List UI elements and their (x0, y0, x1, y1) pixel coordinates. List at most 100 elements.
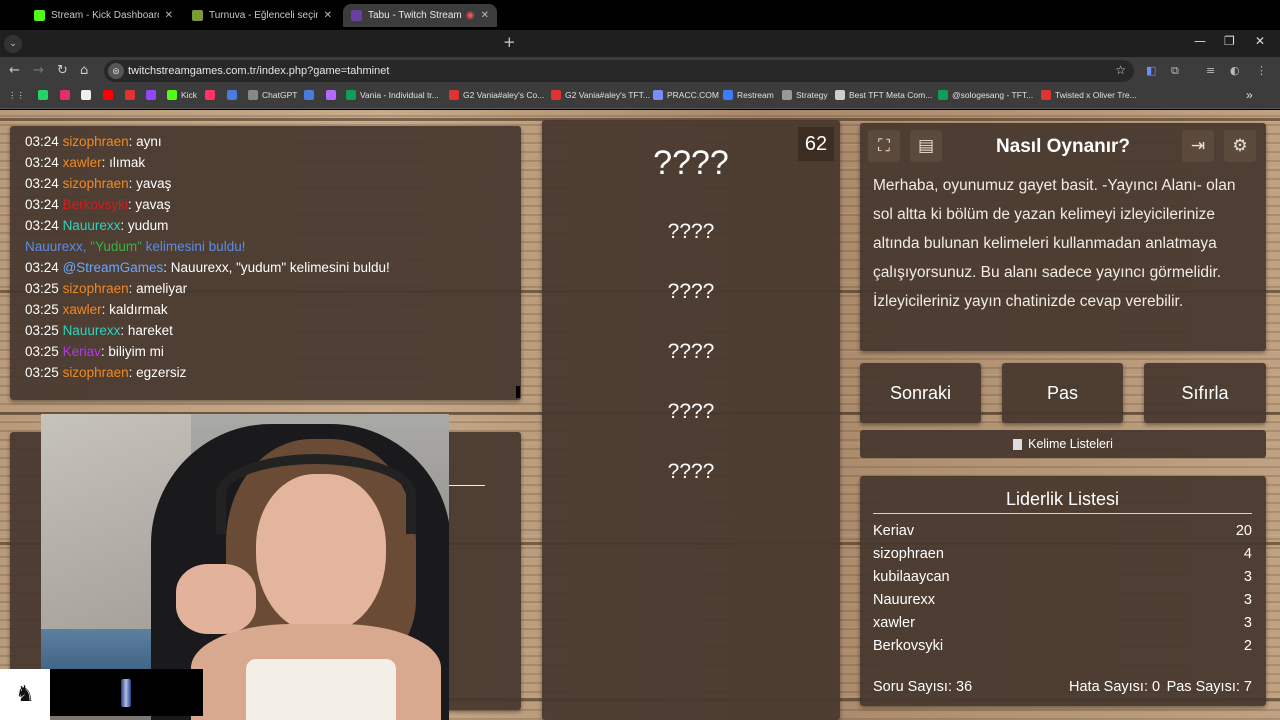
leaderboard-row: xawler 3 (873, 615, 1252, 631)
next-button[interactable]: Sonraki (860, 363, 981, 423)
bookmark-label: Kick (181, 90, 198, 100)
forbidden-word: ???? (667, 220, 715, 243)
bookmark-twisted[interactable]: Twisted x Oliver Tre... (1041, 90, 1137, 100)
more-bookmarks-icon[interactable]: » (1246, 88, 1253, 102)
kick-favicon-icon (34, 10, 45, 21)
site-info-icon[interactable]: ⊜ (108, 63, 124, 79)
chat-username: sizophraen (62, 134, 129, 149)
chat-username: Nauurexx (62, 323, 121, 338)
chat-message: 03:24 Nauurexx: yudum (25, 218, 169, 233)
new-tab-button[interactable]: + (503, 33, 516, 51)
browser-menu-icon[interactable]: ⋮ (1256, 64, 1267, 77)
url-text: twitchstreamgames.com.tr/index.php?game=… (128, 65, 390, 77)
profile-avatar-icon[interactable]: ◐ (1230, 64, 1240, 77)
restream-icon (723, 90, 733, 100)
forbidden-word: ???? (667, 340, 715, 363)
forbidden-word: ???? (667, 460, 715, 483)
home-icon[interactable]: ⌂ (80, 63, 88, 78)
chat-message: 03:24 sizophraen: yavaş (25, 176, 172, 191)
bookmark-label: Vania - Individual tr... (360, 90, 439, 100)
word-lists-button[interactable]: Kelime Listeleri (860, 430, 1266, 458)
bookmark-translate-icon[interactable] (227, 90, 241, 100)
sheets-icon (938, 90, 948, 100)
close-tab-icon[interactable]: ✕ (481, 10, 489, 21)
bookmark-kick[interactable]: Kick (167, 90, 197, 100)
twitch-favicon-icon (351, 10, 362, 21)
chat-message: 03:24 sizophraen: aynı (25, 134, 162, 149)
bookmark-whatsapp-icon[interactable] (38, 90, 52, 100)
howto-title: Nasıl Oynanır? (995, 136, 1131, 157)
close-tab-icon[interactable]: ✕ (324, 10, 332, 21)
bookmark-purple-icon[interactable] (326, 90, 340, 100)
reload-icon[interactable]: ↻ (57, 63, 68, 78)
bookmark-label: Strategy (796, 90, 828, 100)
bookmark-strategy[interactable]: Strategy (782, 90, 828, 100)
chat-messages: 03:24 sizophraen: aynı 03:24 xawler: ılı… (25, 131, 521, 383)
tab-title: Stream - Kick Dashboard (51, 10, 159, 21)
bookmark-g2-tft[interactable]: G2 Vania#aley's TFT... (551, 90, 650, 100)
minimize-icon[interactable]: — (1194, 34, 1206, 48)
pracc-icon (653, 90, 663, 100)
bookmark-instagram-icon[interactable] (60, 90, 74, 100)
reset-button[interactable]: Sıfırla (1144, 363, 1266, 423)
bookmark-best-tft[interactable]: Best TFT Meta Com... (835, 90, 932, 100)
forward-icon[interactable]: → (33, 63, 44, 78)
pass-button[interactable]: Pas (1002, 363, 1123, 423)
pass-count: Pas Sayısı: 7 (1166, 679, 1252, 695)
chat-username: Nauurexx (62, 218, 121, 233)
tft-meta-icon (835, 90, 845, 100)
media-control-icon[interactable]: ≡ (1206, 64, 1215, 77)
system-notice: Nauurexx, "Yudum" kelimesini buldu! (25, 239, 246, 254)
chat-message: 03:25 xawler: kaldırmak (25, 302, 168, 317)
bookmark-restream[interactable]: Restream (723, 90, 774, 100)
word-lists-label: Kelime Listeleri (1028, 437, 1113, 451)
bookmark-red-icon[interactable] (125, 90, 139, 100)
bookmark-blue-icon[interactable] (304, 90, 318, 100)
translate-extension-icon[interactable]: ◧ (1146, 64, 1156, 77)
bookmark-star-icon[interactable]: ☆ (1115, 63, 1126, 77)
bookmark-vania-individual[interactable]: Vania - Individual tr... (346, 90, 439, 100)
bookmark-sologesang[interactable]: @sologesang - TFT... (938, 90, 1033, 100)
extensions-icon[interactable]: ⧉ (1171, 64, 1179, 78)
tab-kick-dashboard[interactable]: Stream - Kick Dashboard ✕ (26, 4, 181, 27)
address-bar[interactable]: ⊜ twitchstreamgames.com.tr/index.php?gam… (104, 60, 1134, 82)
tab-tabu-active[interactable]: Tabu - Twitch Stream Games ◉ ✕ (343, 4, 497, 27)
leaderboard-row: kubilaaycan 3 (873, 569, 1252, 585)
divider (449, 485, 485, 486)
tft-icon (1041, 90, 1051, 100)
bookmark-twitch-icon[interactable] (146, 90, 160, 100)
bookmark-label: Best TFT Meta Com... (849, 90, 933, 100)
bookmark-label: PRACC.COM (667, 90, 719, 100)
chat-message: 03:25 sizophraen: egzersiz (25, 365, 187, 380)
bookmark-tumblr-icon[interactable] (205, 90, 219, 100)
back-icon[interactable]: ← (9, 63, 20, 78)
apps-grid-icon[interactable]: ⋮⋮ (8, 90, 25, 101)
chat-username: sizophraen (62, 176, 129, 191)
strategy-icon (782, 90, 792, 100)
chat-message: 03:25 sizophraen: ameliyar (25, 281, 188, 296)
chatgpt-icon (248, 90, 258, 100)
bookmark-x-icon[interactable] (81, 90, 95, 100)
bookmark-label: ChatGPT (262, 90, 298, 100)
forbidden-word: ???? (667, 400, 715, 423)
chat-username: Berkovsyki (62, 197, 128, 212)
energy-drink-can-icon (121, 679, 131, 707)
bookmark-label: G2 Vania#aley's TFT... (565, 90, 650, 100)
close-window-icon[interactable]: ✕ (1255, 34, 1265, 48)
bookmark-youtube-icon[interactable] (103, 90, 117, 100)
chat-username: sizophraen (62, 365, 129, 380)
leaderboard-divider (873, 513, 1252, 514)
tab-search-chevron-icon[interactable]: ⌄ (4, 34, 22, 53)
chat-message: 03:24 Berkovsyki: yavaş (25, 197, 171, 212)
tft-icon (449, 90, 459, 100)
kick-icon (167, 90, 177, 100)
howto-text: Merhaba, oyunumuz gayet basit. -Yayıncı … (873, 177, 1236, 310)
bookmark-g2-co[interactable]: G2 Vania#aley's Co... (449, 90, 544, 100)
bookmark-chatgpt[interactable]: ChatGPT (248, 90, 297, 100)
maximize-icon[interactable]: ❐ (1224, 34, 1235, 48)
close-tab-icon[interactable]: ✕ (165, 10, 173, 21)
bookmark-pracc[interactable]: PRACC.COM (653, 90, 719, 100)
tab-turnuva[interactable]: Turnuva - Eğlenceli seçimler yap ✕ (184, 4, 340, 27)
chat-message: 03:25 Nauurexx: hareket (25, 323, 173, 338)
document-icon (1013, 438, 1023, 450)
